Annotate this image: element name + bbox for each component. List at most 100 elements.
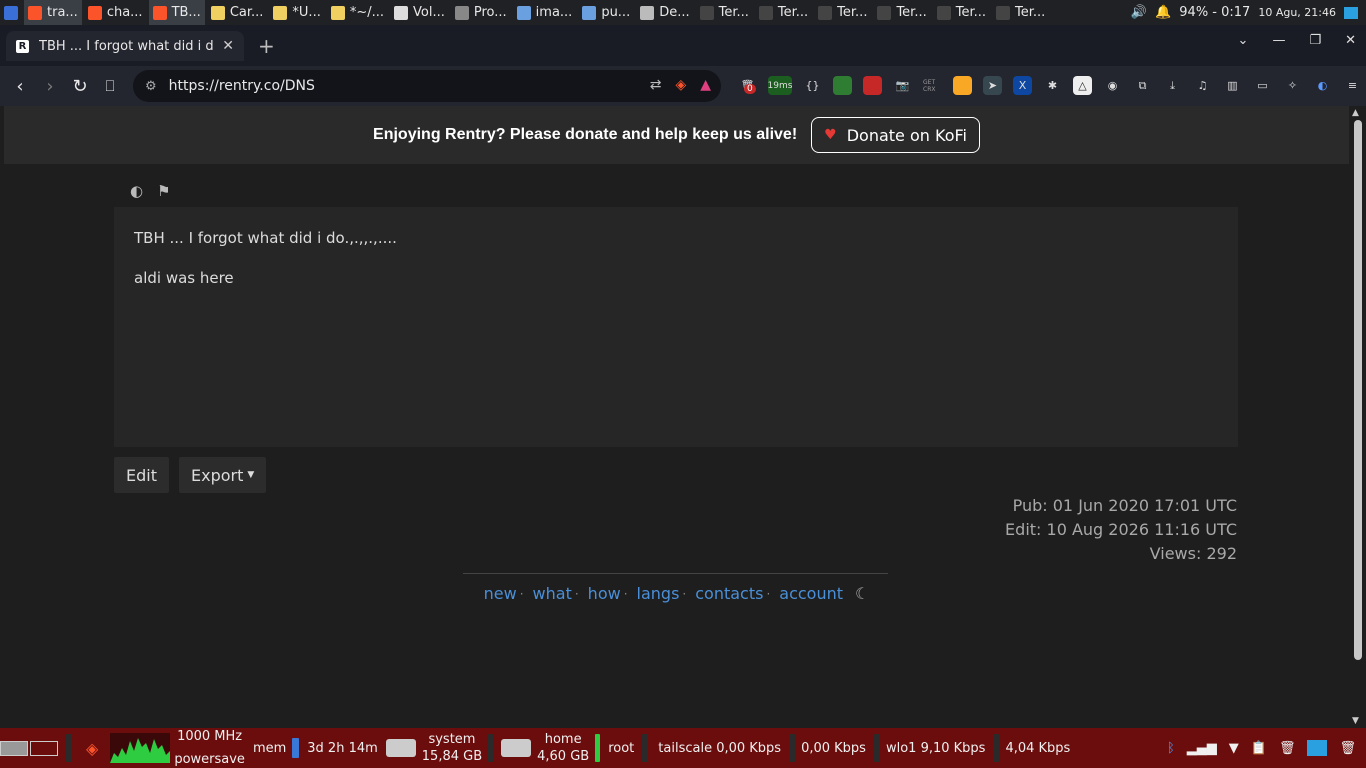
close-tab-icon[interactable]: ✕ <box>222 38 234 54</box>
taskbar-app[interactable]: cha... <box>84 0 147 25</box>
taskbar-app[interactable]: Ter... <box>873 0 930 25</box>
extensions-puzzle-icon[interactable]: ⧉ <box>1133 76 1152 95</box>
battery-status[interactable]: 94% - 0:17 <box>1179 5 1250 20</box>
taskbar-app[interactable]: *U... <box>269 0 324 25</box>
taskbar-app[interactable]: Vol... <box>390 0 449 25</box>
json-extension-icon[interactable]: {} <box>803 76 822 95</box>
scroll-down-icon[interactable]: ▼ <box>1352 716 1359 726</box>
brave-launcher-icon[interactable]: ◈ <box>86 739 98 758</box>
extension-circle-icon[interactable]: ◉ <box>1103 76 1122 95</box>
scroll-up-icon[interactable]: ▲ <box>1352 108 1359 118</box>
get-crx-icon[interactable]: GET CRX <box>923 76 942 95</box>
reload-icon[interactable]: ↻ <box>65 76 95 97</box>
extension-green-icon[interactable] <box>833 76 852 95</box>
bookmark-icon[interactable]: ⎕ <box>95 77 125 95</box>
footer-link-how[interactable]: how <box>588 584 621 603</box>
browser-tab[interactable]: R TBH ... I forgot what did i do ✕ <box>6 31 244 61</box>
export-button[interactable]: Export ▼ <box>178 457 267 493</box>
taskbar-app-label: tra... <box>47 5 78 20</box>
workspace-1[interactable] <box>0 740 28 756</box>
brave-rewards-icon[interactable]: ▲ <box>700 77 711 93</box>
brave-shields-icon[interactable]: ◈ <box>675 77 686 93</box>
scroll-thumb[interactable] <box>1354 120 1362 660</box>
leo-ai-icon[interactable]: ✧ <box>1283 76 1302 95</box>
extension-yellow-icon[interactable] <box>953 76 972 95</box>
close-window-icon[interactable]: ✕ <box>1345 33 1356 48</box>
browser-toolbar: ‹ › ↻ ⎕ ⚙ https://rentry.co/DNS ⇄ ◈ ▲ 🗑0… <box>0 66 1366 106</box>
taskbar-app[interactable]: Ter... <box>933 0 990 25</box>
new-tab-icon[interactable]: + <box>258 34 275 58</box>
network-icon[interactable]: ▼ <box>1229 741 1239 756</box>
taskbar-app[interactable]: Ter... <box>814 0 871 25</box>
theme-toggle-icon[interactable]: ◐ <box>130 182 143 200</box>
taskbar-app-label: De... <box>659 5 690 20</box>
workspace-2[interactable] <box>30 740 58 756</box>
profile-icon[interactable]: ◐ <box>1313 76 1332 95</box>
back-icon[interactable]: ‹ <box>5 76 35 97</box>
minimize-icon[interactable]: — <box>1272 33 1285 48</box>
signal-icon[interactable]: ▂▄▆ <box>1187 741 1217 756</box>
home-disk-widget[interactable]: home 4,60 GB <box>501 731 601 765</box>
extension-x-icon[interactable]: X <box>1013 76 1032 95</box>
forward-icon[interactable]: › <box>35 76 65 97</box>
clock[interactable]: 10 Agu, 21:46 <box>1258 6 1336 19</box>
maximize-icon[interactable]: ❐ <box>1309 33 1321 48</box>
volume-icon[interactable]: 🔊 <box>1131 5 1147 20</box>
taskbar-app[interactable]: TB... <box>148 0 205 25</box>
menu-icon[interactable]: ≡ <box>1343 76 1362 95</box>
cursor-extension-icon[interactable]: ➤ <box>983 76 1002 95</box>
bluetooth-icon[interactable]: ᛒ <box>1167 741 1175 756</box>
taskbar-app[interactable]: tra... <box>24 0 82 25</box>
app-icon <box>640 5 655 20</box>
dark-mode-moon-icon[interactable]: ☾ <box>855 584 869 603</box>
clipboard-icon[interactable]: 📋 <box>1251 741 1267 756</box>
extension-dark-icon[interactable]: ✱ <box>1043 76 1062 95</box>
taskbar-app[interactable]: *~/... <box>327 0 388 25</box>
extension-red-icon[interactable] <box>863 76 882 95</box>
trash-full-icon[interactable]: 🗑 <box>1339 741 1356 756</box>
edit-button[interactable]: Edit <box>114 457 169 493</box>
taskbar-app[interactable]: Pro... <box>451 0 511 25</box>
trash-icon[interactable]: 🗑 <box>1279 741 1296 756</box>
footer-link-langs[interactable]: langs <box>637 584 680 603</box>
scrollbar[interactable]: ▲ ▼ <box>1349 106 1366 728</box>
translate-icon[interactable]: ⇄ <box>650 77 662 93</box>
footer-link-what[interactable]: what <box>533 584 572 603</box>
display-icon[interactable] <box>1307 740 1328 756</box>
desktop-icon[interactable] <box>1344 6 1358 19</box>
footer-link-new[interactable]: new <box>484 584 517 603</box>
taskbar-app[interactable]: pu... <box>578 0 634 25</box>
workspace-pager[interactable] <box>0 740 58 756</box>
site-settings-icon[interactable]: ⚙ <box>145 79 157 94</box>
notification-icon[interactable]: 🔔 <box>1155 5 1171 20</box>
taskbar-app[interactable]: Ter... <box>755 0 812 25</box>
system-disk-widget[interactable]: system 15,84 GB <box>385 731 494 765</box>
camera-icon[interactable]: 📷 <box>893 76 912 95</box>
footer-link-account[interactable]: account <box>779 584 843 603</box>
tailscale-bar <box>789 734 796 762</box>
taskbar-app[interactable]: De... <box>636 0 693 25</box>
edit-date: Edit: 10 Aug 2026 11:16 UTC <box>1005 520 1237 539</box>
ublock-icon[interactable]: 🗑0 <box>738 76 757 95</box>
footer-link-contacts[interactable]: contacts <box>695 584 763 603</box>
extension-triangle-icon[interactable]: △ <box>1073 76 1092 95</box>
url-text[interactable]: https://rentry.co/DNS <box>169 78 315 94</box>
banner-text: Enjoying Rentry? Please donate and help … <box>373 126 798 143</box>
taskbar-app[interactable]: Car... <box>207 0 268 25</box>
taskbar-app-label: Ter... <box>777 5 809 20</box>
memory-widget[interactable]: mem <box>253 738 300 758</box>
tab-search-icon[interactable]: ⌄ <box>1238 33 1249 48</box>
music-icon[interactable]: ♫ <box>1193 76 1212 95</box>
sidebar-icon[interactable]: ▥ <box>1223 76 1242 95</box>
flag-icon[interactable]: ⚑ <box>157 182 170 200</box>
address-bar[interactable]: ⚙ https://rentry.co/DNS ⇄ ◈ ▲ <box>133 70 721 102</box>
taskbar-app[interactable]: Ter... <box>696 0 753 25</box>
ping-extension-icon[interactable]: 19ms <box>768 76 792 95</box>
wallet-icon[interactable]: ▭ <box>1253 76 1272 95</box>
download-icon[interactable]: ⤓ <box>1163 76 1182 95</box>
start-menu-button[interactable] <box>0 0 22 25</box>
cpu-freq-widget[interactable]: 1000 MHz powersave <box>174 728 245 768</box>
taskbar-app[interactable]: ima... <box>513 0 577 25</box>
taskbar-app[interactable]: Ter... <box>992 0 1049 25</box>
donate-button[interactable]: ♥ Donate on KoFi <box>811 117 980 153</box>
